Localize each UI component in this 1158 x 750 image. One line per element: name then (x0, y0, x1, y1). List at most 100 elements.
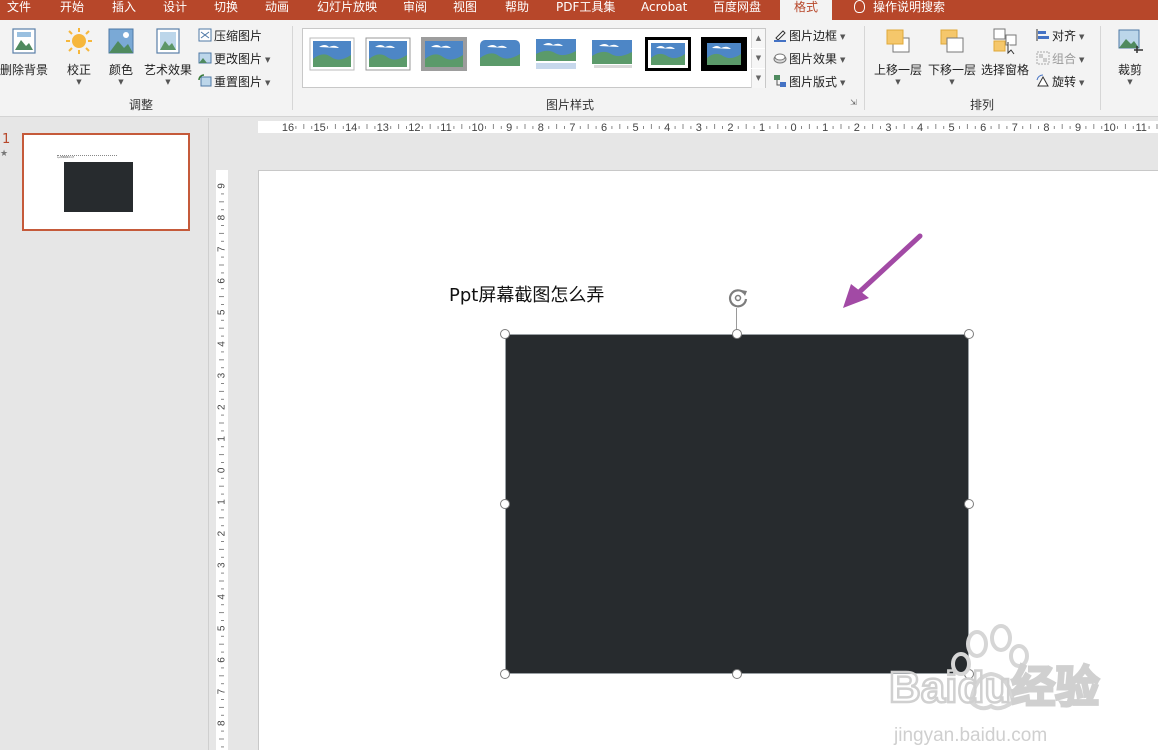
ruler-tick-label: 0 (217, 467, 228, 473)
tab-transitions[interactable]: 切换 (214, 0, 238, 20)
vertical-ruler[interactable]: 9 8 7 6 5 4 3 2 1 0 1 2 3 4 5 6 7 8 (216, 170, 228, 750)
ruler-tick-label: 7 (217, 688, 228, 694)
tab-pdf-tools[interactable]: PDF工具集 (556, 0, 615, 20)
resize-handle-top[interactable] (732, 329, 742, 339)
group-icon (1036, 51, 1050, 65)
ruler-tick-label: 3 (217, 562, 228, 568)
sun-icon (66, 28, 92, 54)
ruler-tick-label: 4 (664, 122, 670, 133)
slide-canvas[interactable]: Ppt屏幕截图怎么弄 Baidu经验 jingyan.baidu.com (258, 170, 1158, 750)
resize-handle-bottom[interactable] (732, 669, 742, 679)
ruler-tick-label: 16 (282, 122, 294, 133)
ruler-tick-label: 2 (217, 530, 228, 536)
picture-effects-button[interactable]: 图片效果 ▼ (773, 49, 845, 69)
tab-view[interactable]: 视图 (453, 0, 477, 20)
tab-home[interactable]: 开始 (60, 0, 84, 20)
chevron-down-icon: ▼ (840, 79, 846, 87)
slide-number: 1 (2, 132, 11, 147)
picture-style-beveled[interactable] (365, 37, 411, 71)
chevron-down-icon: ▼ (165, 78, 171, 86)
chevron-down-icon: ▼ (265, 79, 271, 87)
resize-handle-left[interactable] (500, 499, 510, 509)
ruler-tick-label: 5 (217, 625, 228, 631)
tab-design[interactable]: 设计 (163, 0, 187, 20)
resize-handle-top-right[interactable] (964, 329, 974, 339)
crop-icon (1118, 29, 1143, 53)
send-backward-button[interactable]: 下移一层 ▼ (926, 26, 978, 86)
gallery-more[interactable]: ▼ (751, 69, 765, 88)
resize-handle-bottom-left[interactable] (500, 669, 510, 679)
ruler-tick-label: 8 (217, 720, 228, 726)
tab-animations[interactable]: 动画 (265, 0, 289, 20)
remove-background-icon (12, 28, 36, 54)
tab-file[interactable]: 文件 (7, 0, 31, 20)
gallery-scroll-up[interactable]: ▲ (751, 29, 765, 48)
artistic-effects-icon (156, 28, 180, 54)
crop-label: 裁剪 (1117, 63, 1142, 77)
compress-pictures-button[interactable]: 压缩图片 (198, 26, 262, 46)
align-button[interactable]: 对齐 ▼ (1036, 26, 1084, 46)
rotate-icon (1036, 74, 1049, 87)
bring-forward-button[interactable]: 上移一层 ▼ (872, 26, 924, 86)
color-button[interactable]: 颜色 ▼ (104, 26, 138, 86)
watermark-url: jingyan.baidu.com (893, 725, 1047, 746)
picture-border-button[interactable]: 图片边框 ▼ (773, 26, 845, 46)
picture-styles-gallery[interactable]: ▲ ▼ ▼ (302, 28, 766, 88)
chevron-down-icon: ▼ (1079, 56, 1085, 64)
chevron-down-icon: ▼ (118, 78, 124, 86)
baidu-jingyan-watermark: Baidu经验 jingyan.baidu.com (888, 624, 1100, 746)
corrections-label: 校正 (66, 63, 91, 77)
rotate-handle-icon[interactable] (727, 287, 749, 309)
chevron-down-icon: ▼ (76, 78, 82, 86)
color-label: 颜色 (108, 63, 133, 77)
picture-layout-button[interactable]: 图片版式 ▼ (773, 72, 845, 92)
corrections-button[interactable]: 校正 ▼ (60, 26, 98, 86)
tab-insert[interactable]: 插入 (112, 0, 136, 20)
gallery-scroll-down[interactable]: ▼ (751, 49, 765, 68)
group-divider (292, 26, 293, 110)
resize-handle-right[interactable] (964, 499, 974, 509)
chevron-down-icon: ▼ (1127, 78, 1133, 86)
remove-background-button[interactable]: 删除背景 (0, 26, 48, 78)
picture-layout-icon (774, 75, 786, 87)
tab-acrobat[interactable]: Acrobat (641, 0, 687, 20)
ruler-tick-label: 6 (217, 278, 228, 284)
slide-thumbnail[interactable]: Ppt屏幕截图怎么弄 (22, 133, 190, 231)
lightbulb-icon (854, 0, 865, 13)
artistic-effects-button[interactable]: 艺术效果 ▼ (142, 26, 194, 86)
selection-pane-button[interactable]: 选择窗格 (979, 26, 1031, 78)
ruler-tick-label: 8 (538, 122, 544, 133)
horizontal-ruler[interactable]: 16 15 14 13 12 11 10 9 8 7 6 5 4 3 2 1 0 1 2 3 4 5 6 7 8 9 10 11 (258, 121, 1158, 133)
picture-style-soft-edge[interactable] (477, 37, 523, 71)
picture-style-black-mat[interactable] (701, 37, 747, 71)
ruler-tick-label: 9 (217, 183, 228, 189)
picture-style-simple-frame[interactable] (309, 37, 355, 71)
tab-review[interactable]: 审阅 (403, 0, 427, 20)
slide-thumbnail-pane: 1 ★ Ppt屏幕截图怎么弄 (0, 118, 209, 750)
ruler-tick-label: 3 (885, 122, 891, 133)
dialog-launcher-icon[interactable]: ⇲ (850, 98, 857, 108)
vertical-ruler-scale: 9 8 7 6 5 4 3 2 1 0 1 2 3 4 5 6 7 8 (217, 183, 228, 748)
slide-title-textbox[interactable]: Ppt屏幕截图怎么弄 (449, 281, 604, 307)
chevron-down-icon: ▼ (265, 56, 271, 64)
change-picture-button[interactable]: 更改图片 ▼ (198, 49, 270, 69)
picture-style-drop-shadow[interactable] (589, 37, 635, 71)
group-button[interactable]: 组合 ▼ (1036, 49, 1084, 69)
tell-me-search[interactable]: 操作说明搜索 (854, 0, 945, 20)
crop-button[interactable]: 裁剪 ▼ (1112, 26, 1148, 86)
change-picture-label: 更改图片 (214, 52, 263, 66)
tab-slideshow[interactable]: 幻灯片放映 (317, 0, 377, 20)
ruler-tick-label: 8 (217, 214, 228, 220)
rotate-button[interactable]: 旋转 ▼ (1036, 72, 1084, 92)
resize-handle-top-left[interactable] (500, 329, 510, 339)
picture-style-metal-frame[interactable] (421, 37, 467, 71)
tell-me-label: 操作说明搜索 (873, 0, 946, 14)
tab-format[interactable]: 格式 (780, 0, 833, 20)
ruler-tick-label: 14 (345, 122, 357, 133)
ruler-tick-label: 3 (217, 372, 228, 378)
tab-baidu-netdisk[interactable]: 百度网盘 (713, 0, 761, 20)
reset-picture-button[interactable]: 重置图片 ▼ (198, 72, 270, 92)
tab-help[interactable]: 帮助 (505, 0, 529, 20)
picture-style-reflected[interactable] (533, 37, 579, 71)
picture-style-thick-black[interactable] (645, 37, 691, 71)
